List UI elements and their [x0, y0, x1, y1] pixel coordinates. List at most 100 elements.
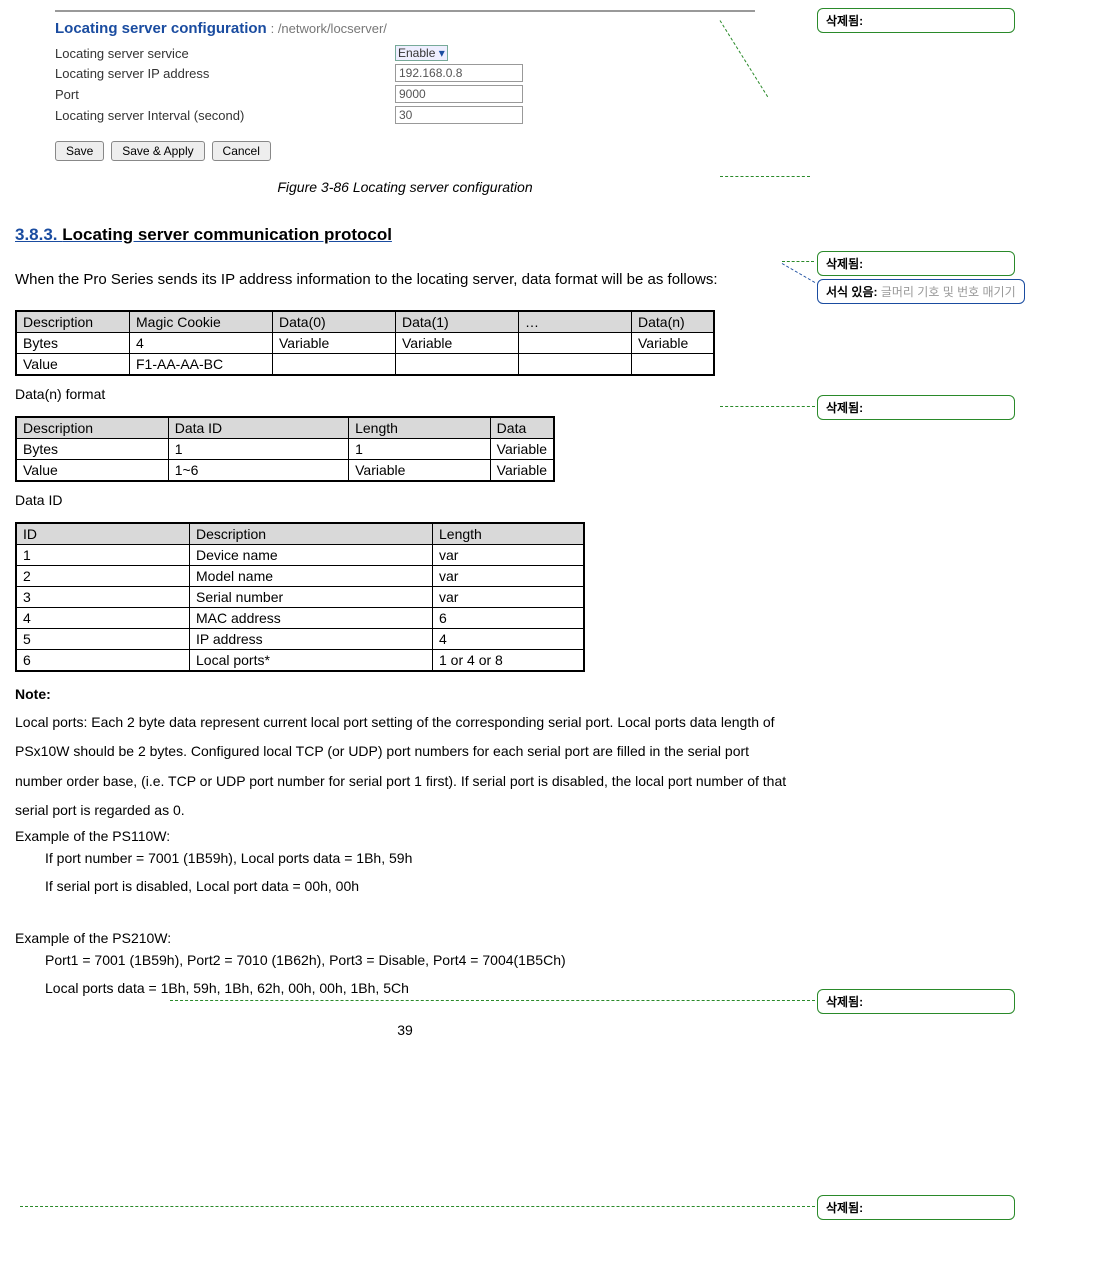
balloon-label: 삭제됨: — [826, 995, 863, 1009]
th-dn: Data(n) — [632, 311, 715, 333]
label-port: Port — [55, 87, 395, 102]
connector-line — [782, 261, 814, 262]
td — [273, 354, 396, 376]
example2-line1: Port1 = 7001 (1B59h), Port2 = 7010 (1B62… — [45, 946, 795, 974]
comment-balloon-deleted-5[interactable]: 삭제됨: — [817, 1195, 1015, 1220]
chevron-down-icon: ▾ — [439, 46, 445, 60]
td: IP address — [190, 629, 433, 650]
comment-balloon-deleted-4[interactable]: 삭제됨: — [817, 989, 1015, 1014]
td: Variable — [632, 333, 715, 354]
example1-line1: If port number = 7001 (1B59h), Local por… — [45, 844, 795, 872]
datan-format-table: Description Data ID Length Data Bytes 1 … — [15, 416, 555, 482]
example1-heading: Example of the PS110W: — [15, 828, 795, 844]
balloon-label: 삭제됨: — [826, 257, 863, 271]
td: Variable — [349, 460, 491, 482]
td: 4 — [130, 333, 273, 354]
connector-line — [20, 1206, 815, 1207]
td: 6 — [16, 650, 190, 672]
td: MAC address — [190, 608, 433, 629]
example2-line2: Local ports data = 1Bh, 59h, 1Bh, 62h, 0… — [45, 974, 795, 1002]
input-ip[interactable] — [395, 64, 523, 82]
th-desc: Description — [16, 311, 130, 333]
td — [396, 354, 519, 376]
td: var — [433, 545, 585, 566]
table-row: Value F1-AA-AA-BC — [16, 354, 714, 376]
connector-line — [720, 406, 815, 407]
label-ip: Locating server IP address — [55, 66, 395, 81]
balloon-label: 삭제됨: — [826, 401, 863, 415]
td: 1~6 — [168, 460, 348, 482]
td: 1 or 4 or 8 — [433, 650, 585, 672]
table-row: 3Serial numbervar — [16, 587, 584, 608]
intro-paragraph: When the Pro Series sends its IP address… — [15, 263, 795, 296]
td: var — [433, 566, 585, 587]
th-d0: Data(0) — [273, 311, 396, 333]
table-row: 5IP address4 — [16, 629, 584, 650]
td: 2 — [16, 566, 190, 587]
comment-balloon-format[interactable]: 서식 있음: 글머리 기호 및 번호 매기기 — [817, 279, 1025, 304]
cancel-button[interactable]: Cancel — [212, 141, 271, 161]
table-row: Value 1~6 Variable Variable — [16, 460, 554, 482]
connector-line — [170, 1000, 815, 1001]
td: Variable — [490, 439, 554, 460]
example1-line2: If serial port is disabled, Local port d… — [45, 872, 795, 900]
td: Model name — [190, 566, 433, 587]
th-d1: Data(1) — [396, 311, 519, 333]
th-magic: Magic Cookie — [130, 311, 273, 333]
table-row: 2Model namevar — [16, 566, 584, 587]
td: 1 — [349, 439, 491, 460]
config-title: Locating server configuration — [55, 20, 267, 37]
th: Description — [16, 417, 168, 439]
td: 4 — [16, 608, 190, 629]
input-port[interactable] — [395, 85, 523, 103]
td: Variable — [396, 333, 519, 354]
table-row: Description Magic Cookie Data(0) Data(1)… — [16, 311, 714, 333]
select-service[interactable]: Enable ▾ — [395, 45, 448, 61]
note-heading: Note: — [15, 686, 795, 702]
table-row: 1Device namevar — [16, 545, 584, 566]
td: Device name — [190, 545, 433, 566]
th: ID — [16, 523, 190, 545]
td — [519, 354, 632, 376]
td: Local ports* — [190, 650, 433, 672]
td: 3 — [16, 587, 190, 608]
comment-balloon-deleted-2[interactable]: 삭제됨: — [817, 251, 1015, 276]
table-row: ID Description Length — [16, 523, 584, 545]
th: Length — [433, 523, 585, 545]
td: 1 — [16, 545, 190, 566]
buttons-row: Save Save & Apply Cancel — [55, 141, 795, 161]
comment-balloon-deleted-1[interactable]: 삭제됨: — [817, 8, 1015, 33]
th: Length — [349, 417, 491, 439]
td: Variable — [273, 333, 396, 354]
input-interval[interactable] — [395, 106, 523, 124]
save-button[interactable]: Save — [55, 141, 104, 161]
td: Serial number — [190, 587, 433, 608]
td: 5 — [16, 629, 190, 650]
comment-balloon-deleted-3[interactable]: 삭제됨: — [817, 395, 1015, 420]
table-row: 4MAC address6 — [16, 608, 584, 629]
page-number: 39 — [15, 1022, 795, 1038]
config-row-port: Port — [55, 85, 755, 103]
td: Variable — [490, 460, 554, 482]
label-interval: Locating server Interval (second) — [55, 108, 395, 123]
balloon-label: 삭제됨: — [826, 1201, 863, 1215]
td: Bytes — [16, 439, 168, 460]
td: 4 — [433, 629, 585, 650]
th: Description — [190, 523, 433, 545]
figure-caption: Figure 3-86 Locating server configuratio… — [15, 179, 795, 195]
packet-format-table: Description Magic Cookie Data(0) Data(1)… — [15, 310, 715, 376]
td: Value — [16, 354, 130, 376]
td: F1-AA-AA-BC — [130, 354, 273, 376]
config-row-service: Locating server service Enable ▾ — [55, 45, 755, 61]
balloon-label: 삭제됨: — [826, 14, 863, 28]
section-title: Locating server communication protocol — [62, 225, 392, 244]
dataid-label: Data ID — [15, 492, 795, 508]
section-number: 3.8.3. — [15, 225, 62, 244]
th: Data ID — [168, 417, 348, 439]
td: 1 — [168, 439, 348, 460]
td — [519, 333, 632, 354]
config-panel: Locating server configuration : /network… — [55, 10, 755, 135]
td: Value — [16, 460, 168, 482]
td: Bytes — [16, 333, 130, 354]
save-apply-button[interactable]: Save & Apply — [111, 141, 204, 161]
